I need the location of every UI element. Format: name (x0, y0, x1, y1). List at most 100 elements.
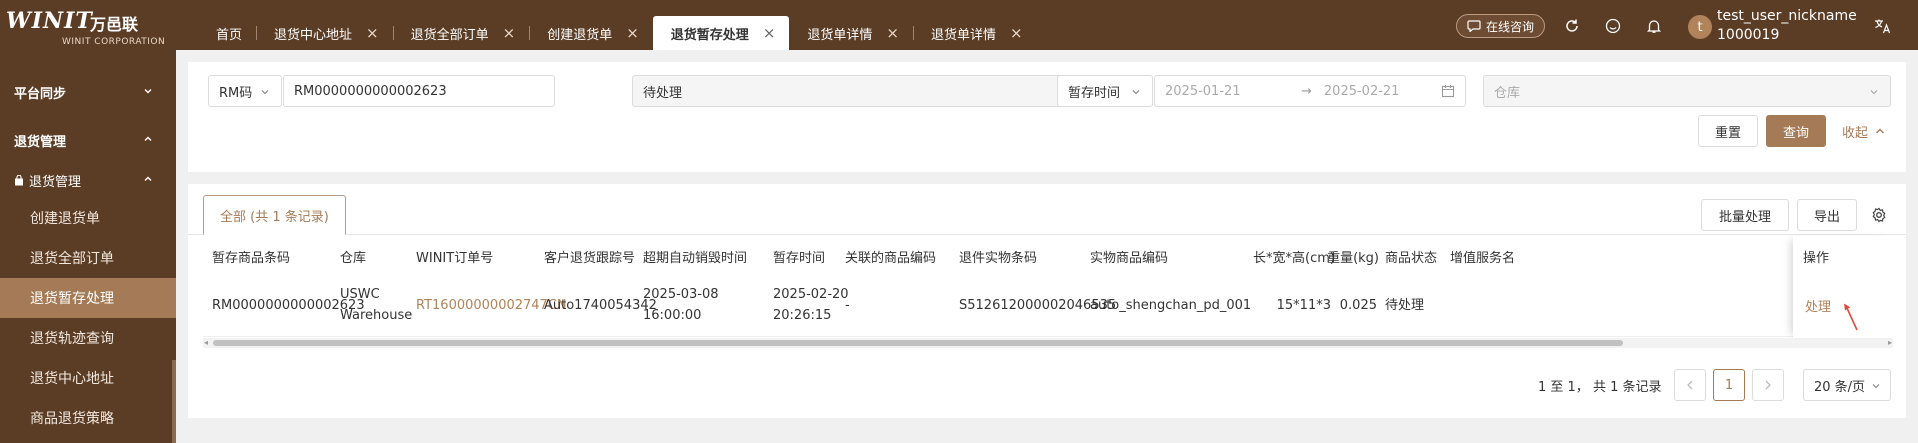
divider (188, 234, 1906, 235)
cell-product-code: auto_shengchan_pd_001 (1090, 297, 1252, 313)
arrow-right-icon: → (1301, 83, 1312, 99)
sidebar-scrollbar[interactable] (172, 360, 176, 443)
cell-destroy-date: 2025-03-08 (643, 287, 719, 302)
close-icon[interactable]: × (1010, 25, 1023, 41)
filter-panel: RM码 RM0000000000002623 待处理 暂存时间 2025-01-… (188, 62, 1906, 172)
column-header[interactable]: 实物商品编码 (1090, 240, 1168, 272)
column-header[interactable]: WINIT订单号 (416, 240, 493, 272)
column-header[interactable]: 仓库 (340, 240, 366, 272)
close-icon[interactable]: × (763, 25, 776, 41)
sidebar-item-label: 退货轨迹查询 (30, 331, 114, 347)
sidebar-item-create-return[interactable]: 创建退货单 (0, 198, 176, 238)
user-info[interactable]: test_user_nickname 1000019 (1717, 7, 1857, 45)
scroll-right-icon[interactable]: ▸ (1888, 338, 1892, 347)
logo-text: WINIT (6, 8, 93, 34)
close-icon[interactable]: × (886, 25, 899, 41)
cell-stash-clock: 20:26:15 (773, 308, 832, 323)
code-type-select[interactable]: RM码 (208, 75, 282, 107)
tab-return-center-address[interactable]: 退货中心地址 × (256, 16, 393, 50)
top-bar: WINIT 万邑联 WINIT CORPORATION 首页 退货中心地址 × 退… (0, 0, 1918, 50)
bell-icon[interactable] (1643, 15, 1665, 37)
sidebar-group-label: 退货管理 (14, 134, 67, 150)
consult-label: 在线咨询 (1486, 19, 1535, 34)
column-header[interactable]: 退件实物条码 (959, 240, 1037, 272)
refresh-icon[interactable] (1561, 15, 1583, 37)
cell-warehouse-line1: USWC (340, 287, 380, 302)
horizontal-scrollbar[interactable]: ◂ ▸ (203, 338, 1893, 348)
tab-all-records[interactable]: 全部 (共 1 条记录) (203, 195, 346, 235)
status-select[interactable]: 待处理 (632, 75, 1102, 107)
translate-icon[interactable] (1872, 15, 1894, 37)
cell-destroy-time: 2025-03-08 16:00:00 (643, 274, 719, 336)
sidebar-item-all-return-orders[interactable]: 退货全部订单 (0, 238, 176, 278)
tab-return-stash[interactable]: 退货暂存处理 × (652, 16, 790, 50)
tab-label: 退货中心地址 (274, 27, 353, 43)
column-header[interactable]: 增值服务名 (1450, 240, 1532, 272)
close-icon[interactable]: × (366, 25, 379, 41)
time-type-select[interactable]: 暂存时间 (1057, 75, 1153, 107)
tab-create-return[interactable]: 创建退货单 × (529, 16, 653, 50)
tab-all-return-orders[interactable]: 退货全部订单 × (392, 16, 530, 50)
tab-return-detail[interactable]: 退货单详情 × (789, 16, 913, 50)
column-header[interactable]: 长*宽*高(cm) (1230, 240, 1335, 272)
sidebar-item-return-stash[interactable]: 退货暂存处理 (0, 278, 176, 318)
scroll-left-icon[interactable]: ◂ (204, 338, 208, 347)
warehouse-select[interactable]: 仓库 (1483, 75, 1891, 107)
chevron-down-icon (1868, 86, 1880, 98)
bag-icon (14, 174, 24, 186)
avatar[interactable]: t (1688, 15, 1712, 39)
status-value: 待处理 (643, 85, 683, 101)
column-header[interactable]: 关联的商品编码 (845, 240, 936, 272)
tab-return-detail-2[interactable]: 退货单详情 × (912, 16, 1037, 50)
date-start: 2025-01-21 (1165, 83, 1241, 99)
code-input-value: RM0000000000002623 (294, 83, 447, 99)
sidebar-group-return-management[interactable]: 退货管理 (0, 120, 176, 160)
sidebar-item-label: 退货全部订单 (30, 251, 114, 267)
column-header[interactable]: 商品状态 (1385, 240, 1437, 272)
tab-home[interactable]: 首页 (198, 16, 256, 50)
calendar-icon (1441, 84, 1455, 98)
reset-button[interactable]: 重置 (1698, 115, 1758, 147)
sidebar-item-return-center-address[interactable]: 退货中心地址 (0, 358, 176, 398)
sidebar-item-return-tracking[interactable]: 退货轨迹查询 (0, 318, 176, 358)
cell-stash-time: 2025-02-20 20:26:15 (773, 274, 849, 336)
code-input[interactable]: RM0000000000002623 (283, 75, 555, 107)
warehouse-placeholder: 仓库 (1494, 85, 1521, 101)
sidebar-item-return-strategy[interactable]: 商品退货策略 (0, 398, 176, 438)
query-button[interactable]: 查询 (1766, 115, 1826, 147)
column-header[interactable]: 客户退货跟踪号 (544, 240, 635, 272)
logo[interactable]: WINIT 万邑联 WINIT CORPORATION (6, 8, 171, 47)
page-size-select[interactable]: 20 条/页 (1803, 369, 1891, 401)
date-range-picker[interactable]: 2025-01-21 → 2025-02-21 (1154, 75, 1466, 107)
sidebar-subgroup-return-management[interactable]: 退货管理 (0, 161, 176, 199)
cell-warehouse-line2: Warehouse (340, 308, 413, 323)
column-header[interactable]: 重量(kg) (1327, 240, 1379, 272)
sidebar-item-label: 退货中心地址 (30, 371, 114, 387)
logo-cn: 万邑联 (90, 15, 139, 34)
scrollbar-thumb[interactable] (213, 340, 1623, 346)
close-icon[interactable]: × (626, 25, 639, 41)
chevron-up-icon (142, 133, 154, 145)
close-icon[interactable]: × (503, 25, 516, 41)
next-page-button[interactable] (1752, 369, 1784, 401)
prev-page-button[interactable] (1674, 369, 1706, 401)
sidebar-item-label: 退货暂存处理 (30, 291, 114, 307)
settings-icon[interactable] (1871, 207, 1887, 223)
tab-label: 退货暂存处理 (670, 27, 749, 43)
column-header[interactable]: 暂存时间 (773, 240, 825, 272)
online-consult-button[interactable]: 在线咨询 (1456, 14, 1546, 38)
column-header[interactable]: 超期自动销毁时间 (643, 240, 747, 272)
user-id: 1000019 (1717, 27, 1780, 43)
page-number-button[interactable]: 1 (1713, 369, 1745, 401)
smile-icon[interactable] (1602, 15, 1624, 37)
sidebar-group-platform-sync[interactable]: 平台同步 (0, 72, 176, 112)
collapse-toggle[interactable]: 收起 (1842, 115, 1886, 147)
column-header[interactable]: 暂存商品条码 (212, 240, 290, 272)
sidebar-subgroup-label: 退货管理 (29, 174, 82, 190)
export-button[interactable]: 导出 (1797, 199, 1857, 231)
process-action-link[interactable]: 处理 (1805, 274, 1831, 336)
batch-process-button[interactable]: 批量处理 (1701, 199, 1789, 231)
tab-label: 退货单详情 (930, 27, 996, 43)
tab-label: 创建退货单 (547, 27, 613, 43)
tab-label: 首页 (216, 27, 243, 43)
